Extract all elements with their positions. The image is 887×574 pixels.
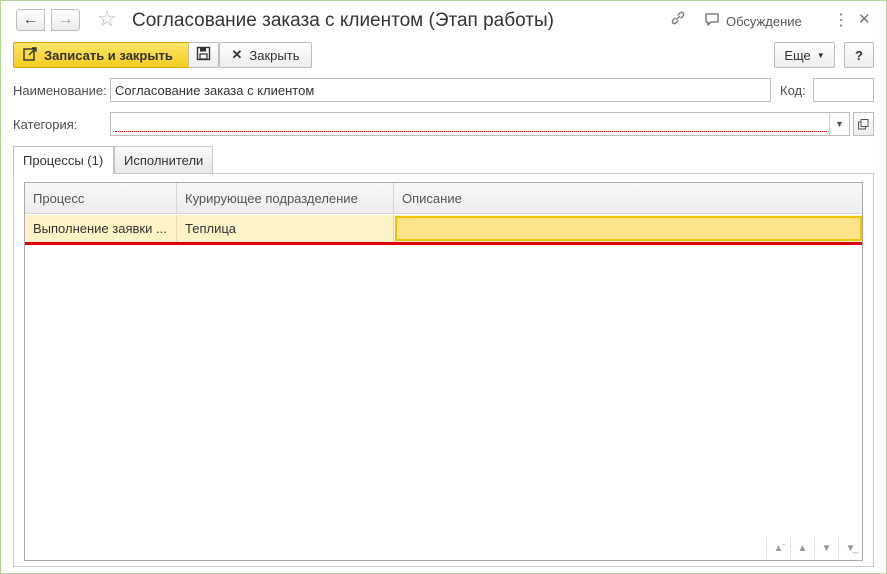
dropdown-arrow-icon[interactable]: ▼ xyxy=(829,113,849,135)
table-header: Процесс Курирующее подразделение Описани… xyxy=(25,183,862,214)
discussion-button[interactable]: Обсуждение xyxy=(704,12,802,31)
save-and-close-button[interactable]: Записать и закрыть xyxy=(13,42,189,68)
arrow-right-icon: → xyxy=(57,11,74,28)
close-icon[interactable]: ✕ xyxy=(858,10,871,28)
floppy-disk-icon xyxy=(196,46,211,64)
code-input[interactable] xyxy=(813,78,874,102)
next-row-icon[interactable]: ▼ xyxy=(814,537,838,559)
favorite-star-icon[interactable]: ☆ xyxy=(97,8,117,30)
form-window: ← → ☆ Согласование заказа с клиентом (Эт… xyxy=(0,0,887,574)
more-button[interactable]: Еще ▼ xyxy=(774,42,835,68)
previous-row-icon[interactable]: ▲ xyxy=(790,537,814,559)
category-input[interactable]: ▼ xyxy=(110,112,850,136)
chat-bubble-icon xyxy=(704,12,720,31)
forward-button[interactable]: → xyxy=(51,9,80,31)
link-icon[interactable] xyxy=(670,10,686,31)
name-input[interactable] xyxy=(110,78,771,102)
more-vertical-icon[interactable]: ⋮ xyxy=(833,10,849,30)
arrow-left-icon: ← xyxy=(22,11,39,28)
code-label: Код: xyxy=(780,83,806,98)
processes-table: Процесс Курирующее подразделение Описани… xyxy=(24,182,863,561)
window-title: Согласование заказа с клиентом (Этап раб… xyxy=(132,10,554,31)
tab-executors[interactable]: Исполнители xyxy=(114,146,213,173)
more-label: Еще xyxy=(784,47,811,63)
cell-department[interactable]: Теплица xyxy=(177,215,394,242)
column-header-process[interactable]: Процесс xyxy=(25,183,177,214)
save-and-close-label: Записать и закрыть xyxy=(44,47,173,63)
category-label: Категория: xyxy=(13,117,78,132)
table-navigation: ▲̄ ▲ ▼ ▼̲ xyxy=(766,536,862,560)
tab-processes[interactable]: Процессы (1) xyxy=(13,146,114,174)
back-button[interactable]: ← xyxy=(16,9,45,31)
close-label: Закрыть xyxy=(249,47,300,63)
close-button[interactable]: ✕ Закрыть xyxy=(219,42,312,68)
open-item-icon[interactable] xyxy=(853,112,874,136)
discussion-label: Обсуждение xyxy=(726,14,802,29)
cell-description-editing[interactable] xyxy=(395,216,862,241)
close-x-icon: ✕ xyxy=(231,47,243,62)
column-header-department[interactable]: Курирующее подразделение xyxy=(177,183,394,214)
column-header-description[interactable]: Описание xyxy=(394,183,864,214)
required-field-underline xyxy=(115,131,827,132)
name-label: Наименование: xyxy=(13,83,107,98)
cell-process[interactable]: Выполнение заявки ... xyxy=(25,215,177,242)
save-close-icon xyxy=(22,46,38,65)
first-row-icon[interactable]: ▲̄ xyxy=(766,537,790,559)
last-row-icon[interactable]: ▼̲ xyxy=(838,537,862,559)
help-button[interactable]: ? xyxy=(844,42,874,68)
save-button[interactable] xyxy=(188,42,219,68)
table-row[interactable]: Выполнение заявки ... Теплица xyxy=(25,215,862,242)
row-error-underline xyxy=(25,242,862,245)
chevron-down-icon: ▼ xyxy=(816,50,825,60)
